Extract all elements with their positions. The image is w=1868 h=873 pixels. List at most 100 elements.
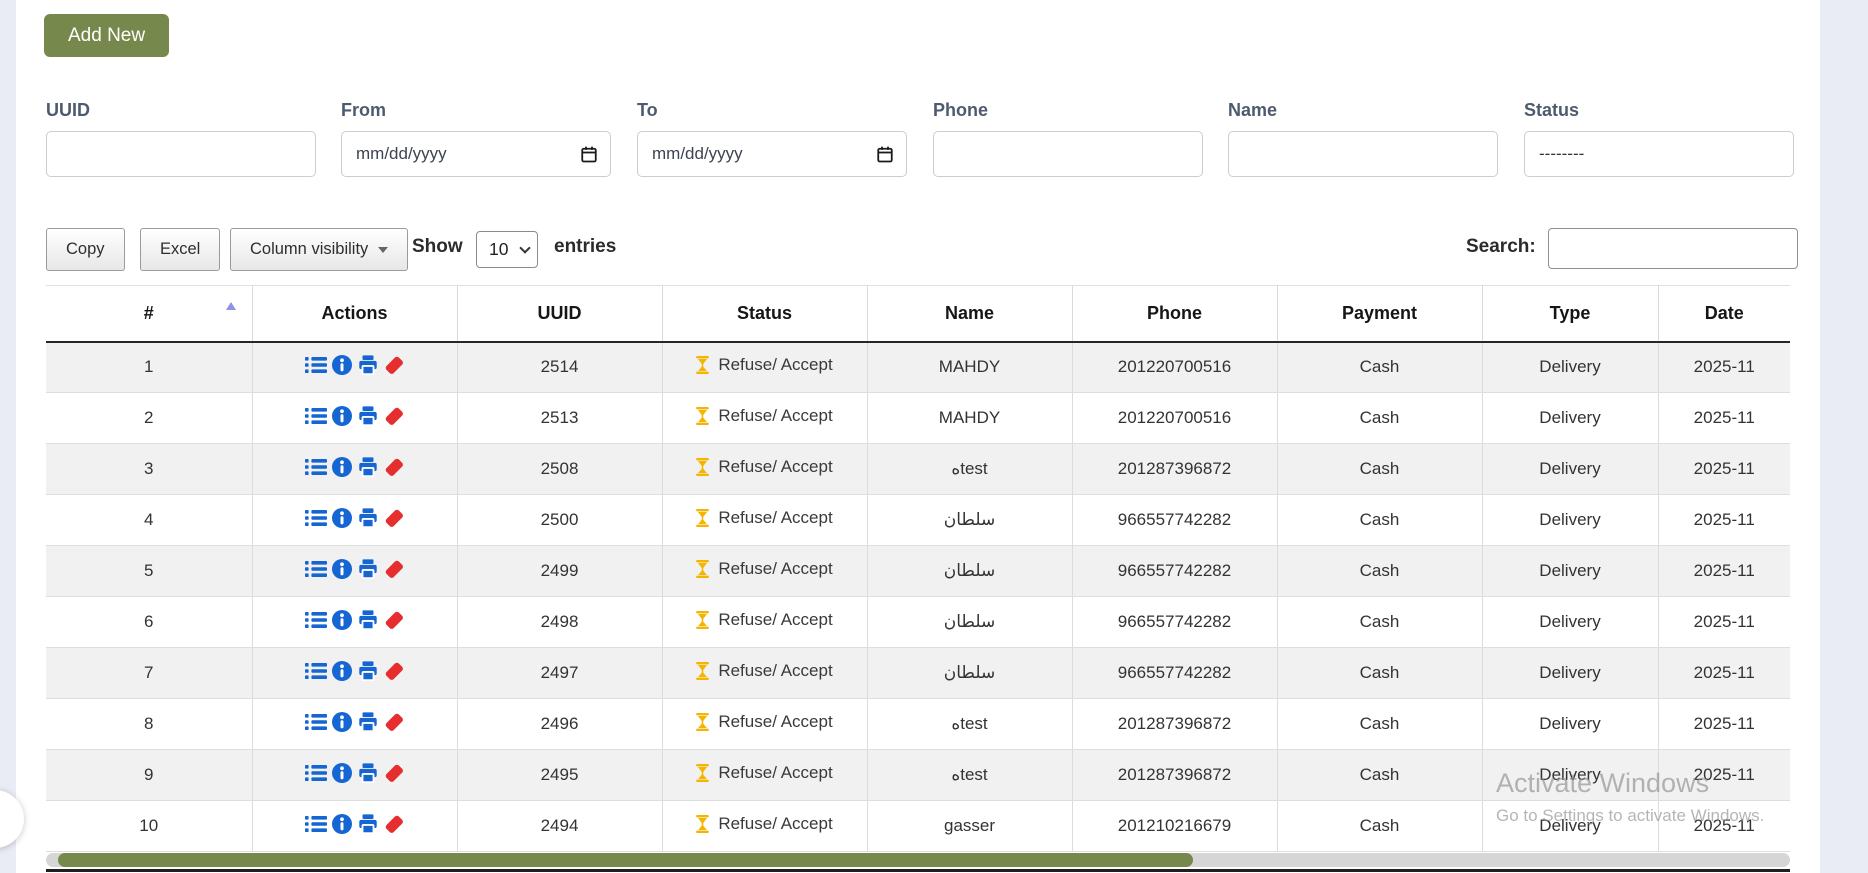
uuid-cell: 2497: [457, 648, 662, 699]
print-icon[interactable]: [357, 762, 379, 784]
print-icon[interactable]: [357, 507, 379, 529]
table-row: 10: [46, 801, 1790, 852]
uuid-cell: 2495: [457, 750, 662, 801]
col-uuid-header[interactable]: UUID: [457, 286, 662, 342]
uuid-filter-input[interactable]: [46, 131, 316, 177]
eraser-icon[interactable]: [383, 762, 405, 784]
info-icon[interactable]: [331, 558, 353, 580]
to-date-filter: To: [637, 100, 907, 177]
to-date-input[interactable]: [637, 131, 907, 177]
col-type-header[interactable]: Type: [1482, 286, 1658, 342]
actions-cell: [252, 750, 457, 801]
info-icon[interactable]: [331, 354, 353, 376]
cell-value: 2025-11: [1694, 816, 1755, 835]
eraser-icon[interactable]: [383, 405, 405, 427]
add-new-button[interactable]: Add New: [44, 14, 169, 57]
info-icon[interactable]: [331, 660, 353, 682]
print-icon[interactable]: [357, 660, 379, 682]
list-icon[interactable]: [305, 456, 327, 478]
eraser-icon[interactable]: [383, 507, 405, 529]
cell-value: Delivery: [1539, 510, 1600, 529]
cell-value: 1: [144, 357, 153, 376]
cell-value: 2498: [541, 612, 579, 631]
type-cell: Delivery: [1482, 546, 1658, 597]
col-name-header[interactable]: Name: [867, 286, 1072, 342]
horizontal-scrollbar-thumb[interactable]: [58, 853, 1193, 867]
print-icon[interactable]: [357, 609, 379, 631]
row-number-cell: 3: [46, 444, 252, 495]
table-row: 8: [46, 699, 1790, 750]
payment-cell: Cash: [1277, 750, 1482, 801]
list-icon[interactable]: [305, 558, 327, 580]
excel-button[interactable]: Excel: [140, 228, 220, 271]
print-icon[interactable]: [357, 711, 379, 733]
cell-value: Cash: [1360, 816, 1400, 835]
eraser-icon[interactable]: [383, 813, 405, 835]
status-cell: Refuse/ Accept: [662, 750, 867, 801]
list-icon[interactable]: [305, 405, 327, 427]
print-icon[interactable]: [357, 456, 379, 478]
print-icon[interactable]: [357, 813, 379, 835]
eraser-icon[interactable]: [383, 456, 405, 478]
name-filter-input[interactable]: [1228, 131, 1498, 177]
info-icon[interactable]: [331, 813, 353, 835]
search-input[interactable]: [1548, 228, 1798, 269]
row-number-cell: 5: [46, 546, 252, 597]
list-icon[interactable]: [305, 813, 327, 835]
excel-button-label: Excel: [160, 240, 200, 259]
list-icon[interactable]: [305, 711, 327, 733]
col-header-label: Status: [737, 303, 792, 323]
cell-value: 2025-11: [1694, 357, 1755, 376]
cell-value: Cash: [1360, 408, 1400, 427]
list-icon[interactable]: [305, 660, 327, 682]
cell-value: Cash: [1360, 765, 1400, 784]
status-text: Refuse/ Accept: [718, 355, 832, 375]
table-container: # Actions UUID Status Name Phone Payment…: [46, 285, 1790, 852]
cell-value: 201220700516: [1118, 408, 1231, 427]
cell-value: 2513: [541, 408, 579, 427]
search-label: Search:: [1466, 236, 1536, 258]
eraser-icon[interactable]: [383, 660, 405, 682]
uuid-cell: 2508: [457, 444, 662, 495]
status-select-value: --------: [1539, 144, 1584, 164]
print-icon[interactable]: [357, 405, 379, 427]
calendar-icon[interactable]: [876, 145, 894, 163]
from-date-input[interactable]: [341, 131, 611, 177]
print-icon[interactable]: [357, 354, 379, 376]
list-icon[interactable]: [305, 507, 327, 529]
eraser-icon[interactable]: [383, 558, 405, 580]
col-phone-header[interactable]: Phone: [1072, 286, 1277, 342]
col-status-header[interactable]: Status: [662, 286, 867, 342]
status-text: Refuse/ Accept: [718, 457, 832, 477]
list-icon[interactable]: [305, 609, 327, 631]
payment-cell: Cash: [1277, 495, 1482, 546]
list-icon[interactable]: [305, 762, 327, 784]
info-icon[interactable]: [331, 762, 353, 784]
col-payment-header[interactable]: Payment: [1277, 286, 1482, 342]
hourglass-icon: [696, 560, 709, 578]
cell-value: Cash: [1360, 357, 1400, 376]
copy-button[interactable]: Copy: [46, 228, 125, 271]
eraser-icon[interactable]: [383, 609, 405, 631]
info-icon[interactable]: [331, 609, 353, 631]
cell-value: سلطان: [944, 510, 995, 529]
info-icon[interactable]: [331, 507, 353, 529]
info-icon[interactable]: [331, 405, 353, 427]
col-number-header[interactable]: #: [46, 286, 252, 342]
eraser-icon[interactable]: [383, 711, 405, 733]
info-icon[interactable]: [331, 711, 353, 733]
calendar-icon[interactable]: [580, 145, 598, 163]
info-icon[interactable]: [331, 456, 353, 478]
row-number-cell: 4: [46, 495, 252, 546]
horizontal-scrollbar-track[interactable]: [46, 853, 1790, 867]
list-icon[interactable]: [305, 354, 327, 376]
column-visibility-button[interactable]: Column visibility: [230, 228, 408, 271]
phone-filter-input[interactable]: [933, 131, 1203, 177]
col-actions-header[interactable]: Actions: [252, 286, 457, 342]
eraser-icon[interactable]: [383, 354, 405, 376]
col-date-header[interactable]: Date: [1658, 286, 1790, 342]
page-size-select[interactable]: 10: [476, 231, 538, 268]
status-select[interactable]: --------: [1524, 131, 1794, 177]
row-number-cell: 2: [46, 393, 252, 444]
print-icon[interactable]: [357, 558, 379, 580]
